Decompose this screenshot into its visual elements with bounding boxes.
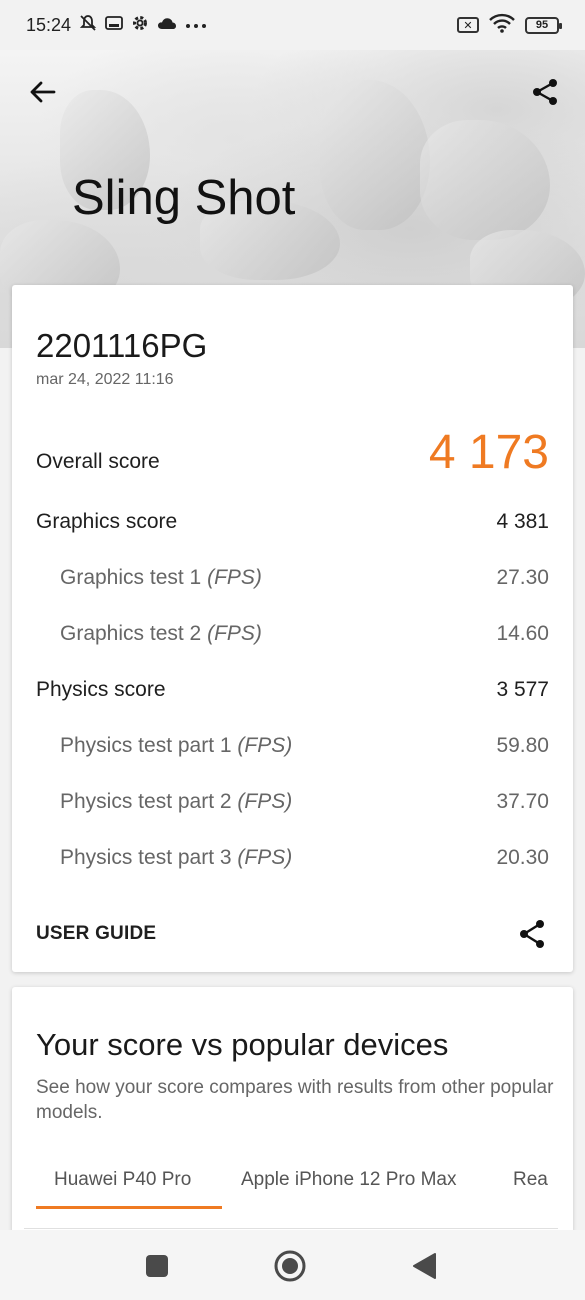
back-button[interactable] bbox=[22, 72, 62, 112]
circle-icon bbox=[274, 1250, 306, 1282]
overall-score-value: 4 173 bbox=[428, 426, 549, 479]
compare-card: Your score vs popular devices See how yo… bbox=[12, 987, 573, 1232]
wifi-icon bbox=[489, 13, 515, 38]
square-icon bbox=[146, 1255, 168, 1277]
graphics-test-1-name: Graphics test 1 bbox=[60, 566, 202, 589]
storage-icon bbox=[105, 15, 123, 36]
graphics-test-1-label: Graphics test 1 (FPS) bbox=[36, 566, 262, 590]
user-guide-button[interactable]: USER GUIDE bbox=[36, 923, 156, 945]
tab-rea[interactable]: Rea bbox=[513, 1163, 548, 1209]
tab-apple-iphone-12-pro-max[interactable]: Apple iPhone 12 Pro Max bbox=[241, 1163, 456, 1209]
hero-rock bbox=[420, 120, 550, 240]
status-bar: 15:24 ✕ 95 bbox=[0, 0, 585, 50]
physics-score-label: Physics score bbox=[36, 678, 166, 701]
gear-icon bbox=[131, 14, 149, 37]
home-button[interactable] bbox=[274, 1250, 306, 1282]
system-nav-bar bbox=[0, 1230, 585, 1300]
fps-unit: (FPS) bbox=[207, 622, 262, 645]
result-card: 2201116PG mar 24, 2022 11:16 Overall sco… bbox=[12, 285, 573, 972]
device-tabs: Huawei P40 Pro Apple iPhone 12 Pro Max R… bbox=[36, 1163, 573, 1211]
graphics-test-2-label: Graphics test 2 (FPS) bbox=[36, 622, 262, 646]
physics-test-2-value: 37.70 bbox=[496, 790, 549, 813]
share-button[interactable] bbox=[525, 72, 565, 112]
physics-test-3-label: Physics test part 3 (FPS) bbox=[36, 846, 292, 870]
compare-title: Your score vs popular devices bbox=[36, 1027, 449, 1062]
fps-unit: (FPS) bbox=[237, 734, 293, 757]
graphics-test-1-row: Graphics test 1 (FPS) 27.30 bbox=[36, 566, 549, 590]
compare-description: See how your score compares with results… bbox=[36, 1077, 554, 1123]
battery-icon: 95 bbox=[525, 16, 562, 34]
page-title: Sling Shot bbox=[72, 171, 296, 225]
physics-score-row: Physics score 3 577 bbox=[36, 678, 549, 702]
graphics-test-2-row: Graphics test 2 (FPS) 14.60 bbox=[36, 622, 549, 646]
share-icon bbox=[533, 79, 557, 105]
graphics-test-1-value: 27.30 bbox=[496, 566, 549, 589]
recents-button[interactable] bbox=[141, 1250, 173, 1282]
cloud-icon bbox=[157, 16, 177, 35]
back-nav-button[interactable] bbox=[408, 1250, 440, 1282]
tab-huawei-p40-pro[interactable]: Huawei P40 Pro bbox=[36, 1163, 222, 1209]
test-date: mar 24, 2022 11:16 bbox=[36, 371, 174, 388]
no-sim-icon: ✕ bbox=[457, 17, 479, 33]
muted-icon bbox=[79, 14, 97, 37]
physics-test-2-name: Physics test part 2 bbox=[60, 790, 232, 813]
fps-unit: (FPS) bbox=[237, 846, 293, 869]
physics-test-1-value: 59.80 bbox=[496, 734, 549, 757]
physics-test-1-row: Physics test part 1 (FPS) 59.80 bbox=[36, 734, 549, 758]
graphics-score-row: Graphics score 4 381 bbox=[36, 510, 549, 534]
graphics-score-label: Graphics score bbox=[36, 510, 178, 533]
tabs-divider bbox=[24, 1228, 558, 1229]
fps-unit: (FPS) bbox=[237, 790, 293, 813]
physics-test-3-row: Physics test part 3 (FPS) 20.30 bbox=[36, 846, 549, 870]
device-name: 2201116PG bbox=[36, 327, 208, 364]
graphics-score-value: 4 381 bbox=[496, 510, 549, 533]
physics-test-1-label: Physics test part 1 (FPS) bbox=[36, 734, 292, 758]
hero-rock bbox=[320, 80, 430, 230]
triangle-back-icon bbox=[413, 1253, 436, 1279]
physics-test-2-row: Physics test part 2 (FPS) 37.70 bbox=[36, 790, 549, 814]
share-icon bbox=[520, 920, 544, 948]
physics-test-3-name: Physics test part 3 bbox=[60, 846, 232, 869]
status-time: 15:24 bbox=[26, 14, 72, 35]
arrow-left-icon bbox=[30, 81, 56, 103]
physics-test-3-value: 20.30 bbox=[496, 846, 549, 869]
overall-score-row: Overall score 4 173 bbox=[36, 425, 549, 480]
overall-score-label: Overall score bbox=[36, 449, 160, 473]
more-icon bbox=[185, 16, 207, 34]
graphics-test-2-name: Graphics test 2 bbox=[60, 622, 202, 645]
physics-test-1-name: Physics test part 1 bbox=[60, 734, 232, 757]
fps-unit: (FPS) bbox=[207, 566, 262, 589]
card-actions: USER GUIDE bbox=[36, 917, 549, 951]
physics-score-value: 3 577 bbox=[496, 678, 549, 701]
physics-test-2-label: Physics test part 2 (FPS) bbox=[36, 790, 292, 814]
share-result-button[interactable] bbox=[515, 917, 549, 951]
graphics-test-2-value: 14.60 bbox=[496, 622, 549, 645]
